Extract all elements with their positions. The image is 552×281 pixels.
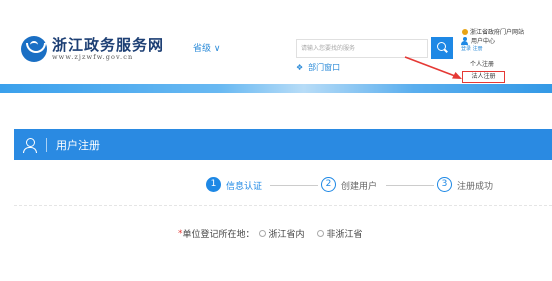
- region-field: * 单位登记所在地： 浙江省内 非浙江省: [178, 227, 363, 241]
- option-outside-zhejiang-label[interactable]: 非浙江省: [327, 227, 363, 240]
- header-banner-strip: [0, 84, 552, 93]
- step-3-label: 注册成功: [457, 182, 494, 192]
- step-1-label: 信息认证: [226, 182, 263, 192]
- page-title: 用户注册: [56, 138, 100, 152]
- user-add-icon: [23, 137, 37, 153]
- step-2-label: 创建用户: [341, 182, 378, 192]
- annotation-arrow: [404, 56, 462, 79]
- step-connector: [386, 185, 434, 186]
- step-1-number: 1: [206, 177, 221, 192]
- step-connector: [270, 185, 318, 186]
- step-2-number: 2: [321, 177, 336, 192]
- section-divider: [14, 205, 552, 206]
- step-3-number: 3: [437, 177, 452, 192]
- page-title-bar: 用户注册: [14, 129, 552, 160]
- region-label: 单位登记所在地：: [182, 230, 255, 240]
- title-divider: [46, 137, 47, 152]
- option-in-zhejiang-label[interactable]: 浙江省内: [269, 227, 305, 240]
- radio-in-zhejiang[interactable]: [258, 230, 266, 237]
- radio-outside-zhejiang[interactable]: [316, 230, 324, 237]
- registration-steps: 1 信息认证 2 创建用户 3 注册成功: [0, 176, 552, 196]
